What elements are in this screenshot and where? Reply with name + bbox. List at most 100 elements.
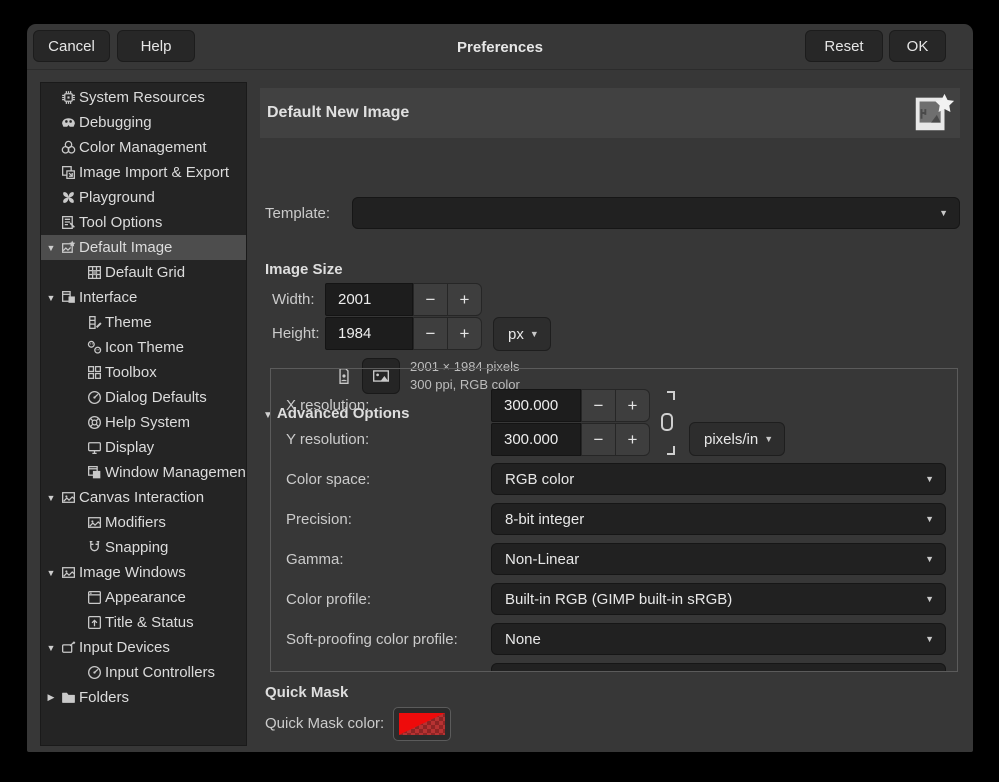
height-input[interactable]: 1984 [325,317,413,350]
sidebar-item-folders[interactable]: ▶Folders [41,685,246,710]
sidebar-item-title-status[interactable]: Title & Status [41,610,246,635]
sidebar-item-input-controllers[interactable]: Input Controllers [41,660,246,685]
sidebar-item-canvas-interaction[interactable]: ▼Canvas Interaction [41,485,246,510]
expander-open-icon[interactable]: ▼ [44,293,58,303]
advanced-options-box: X resolution: 300.000 − + Y resolution: … [270,368,958,672]
expander-closed-icon[interactable]: ▶ [44,692,58,703]
sidebar-item-playground[interactable]: Playground [41,185,246,210]
sidebar-item-label: Snapping [105,539,168,556]
import-export-icon [60,164,77,181]
sidebar-item-label: Debugging [79,114,152,131]
x-resolution-input[interactable]: 300.000 [491,389,581,422]
width-decrement-button[interactable]: − [413,283,448,316]
color-profile-label: Color profile: [286,591,371,608]
sidebar-item-theme[interactable]: Theme [41,310,246,335]
chevron-down-icon: ▼ [925,514,934,524]
chevron-down-icon: ▼ [925,634,934,644]
interface-icon [60,289,77,306]
height-decrement-button[interactable]: − [413,317,448,350]
tablet-icon [60,639,77,656]
picture-icon [60,489,77,506]
color-profile-dropdown[interactable]: Built-in RGB (GIMP built-in sRGB)▼ [491,583,946,615]
template-dropdown[interactable]: ▼ [352,197,960,229]
sidebar-item-tool-options[interactable]: Tool Options [41,210,246,235]
preferences-category-tree: System Resources Debugging Color Managemen… [40,82,247,746]
sidebar-item-debugging[interactable]: Debugging [41,110,246,135]
y-resolution-increment-button[interactable]: + [615,423,650,456]
icon-theme-icon [86,339,103,356]
clipped-dropdown[interactable] [491,663,946,672]
cancel-button[interactable]: Cancel [33,30,110,62]
monitor-icon [86,439,103,456]
sidebar-item-system-resources[interactable]: System Resources [41,85,246,110]
sidebar-item-image-import-export[interactable]: Image Import & Export [41,160,246,185]
sidebar-item-label: Default Image [79,239,172,256]
snap-icon [86,539,103,556]
sidebar-item-label: Icon Theme [105,339,184,356]
sidebar-item-image-windows[interactable]: ▼ Image Windows [41,560,246,585]
sidebar-item-default-grid[interactable]: Default Grid [41,260,246,285]
chevron-down-icon: ▼ [925,474,934,484]
sidebar-item-input-devices[interactable]: ▼Input Devices [41,635,246,660]
expander-open-icon[interactable]: ▼ [44,243,58,253]
image-size-section-label: Image Size [265,261,343,278]
reset-button[interactable]: Reset [805,30,883,62]
tool-options-icon [60,214,77,231]
color-space-label: Color space: [286,471,370,488]
height-label: Height: [272,325,320,342]
chip-icon [60,89,77,106]
sidebar-item-interface[interactable]: ▼ Interface [41,285,246,310]
wilber-icon [60,114,77,131]
y-resolution-decrement-button[interactable]: − [581,423,616,456]
precision-dropdown[interactable]: 8-bit integer▼ [491,503,946,535]
sidebar-item-label: Modifiers [105,514,166,531]
windows-icon [86,464,103,481]
chevron-down-icon: ▼ [925,554,934,564]
sidebar-item-label: Color Management [79,139,207,156]
picture-icon [86,514,103,531]
expander-open-icon[interactable]: ▼ [44,568,58,578]
width-input[interactable]: 2001 [325,283,413,316]
x-resolution-decrement-button[interactable]: − [581,389,616,422]
sidebar-item-label: Interface [79,289,137,306]
size-unit-dropdown[interactable]: px ▼ [493,317,551,351]
y-resolution-input[interactable]: 300.000 [491,423,581,456]
sidebar-item-icon-theme[interactable]: Icon Theme [41,335,246,360]
gamma-dropdown[interactable]: Non-Linear▼ [491,543,946,575]
sidebar-item-toolbox[interactable]: Toolbox [41,360,246,385]
resolution-unit-dropdown[interactable]: pixels/in ▼ [689,422,785,456]
sidebar-item-label: Appearance [105,589,186,606]
width-label: Width: [272,291,315,308]
sidebar-item-default-image[interactable]: ▼ Default Image [41,235,246,260]
chevron-down-icon: ▼ [764,434,773,444]
sidebar-item-appearance[interactable]: Appearance [41,585,246,610]
quick-mask-color-button[interactable] [393,707,451,741]
sidebar-item-label: Image Windows [79,564,186,581]
x-resolution-increment-button[interactable]: + [615,389,650,422]
sidebar-item-help-system[interactable]: Help System [41,410,246,435]
quick-mask-color-label: Quick Mask color: [265,715,384,732]
color-space-dropdown[interactable]: RGB color ▼ [491,463,946,495]
chain-link-icon[interactable] [659,391,681,455]
soft-proofing-color-profile-dropdown[interactable]: None▼ [491,623,946,655]
picture-icon [60,564,77,581]
expander-open-icon[interactable]: ▼ [44,493,58,503]
sidebar-item-snapping[interactable]: Snapping [41,535,246,560]
expander-open-icon[interactable]: ▼ [44,643,58,653]
sidebar-item-dialog-defaults[interactable]: Dialog Defaults [41,385,246,410]
sidebar-item-label: Tool Options [79,214,162,231]
color-space-value: RGB color [505,471,574,488]
sidebar-item-label: Title & Status [105,614,194,631]
sidebar-item-label: Image Import & Export [79,164,229,181]
sidebar-item-color-management[interactable]: Color Management [41,135,246,160]
ok-button[interactable]: OK [889,30,946,62]
size-unit-value: px [508,326,524,343]
sidebar-item-display[interactable]: Display [41,435,246,460]
width-increment-button[interactable]: + [447,283,482,316]
sidebar-item-window-management[interactable]: Window Management [41,460,246,485]
sidebar-item-label: Display [105,439,154,456]
template-label: Template: [265,205,330,222]
help-button[interactable]: Help [117,30,195,62]
sidebar-item-modifiers[interactable]: Modifiers [41,510,246,535]
height-increment-button[interactable]: + [447,317,482,350]
